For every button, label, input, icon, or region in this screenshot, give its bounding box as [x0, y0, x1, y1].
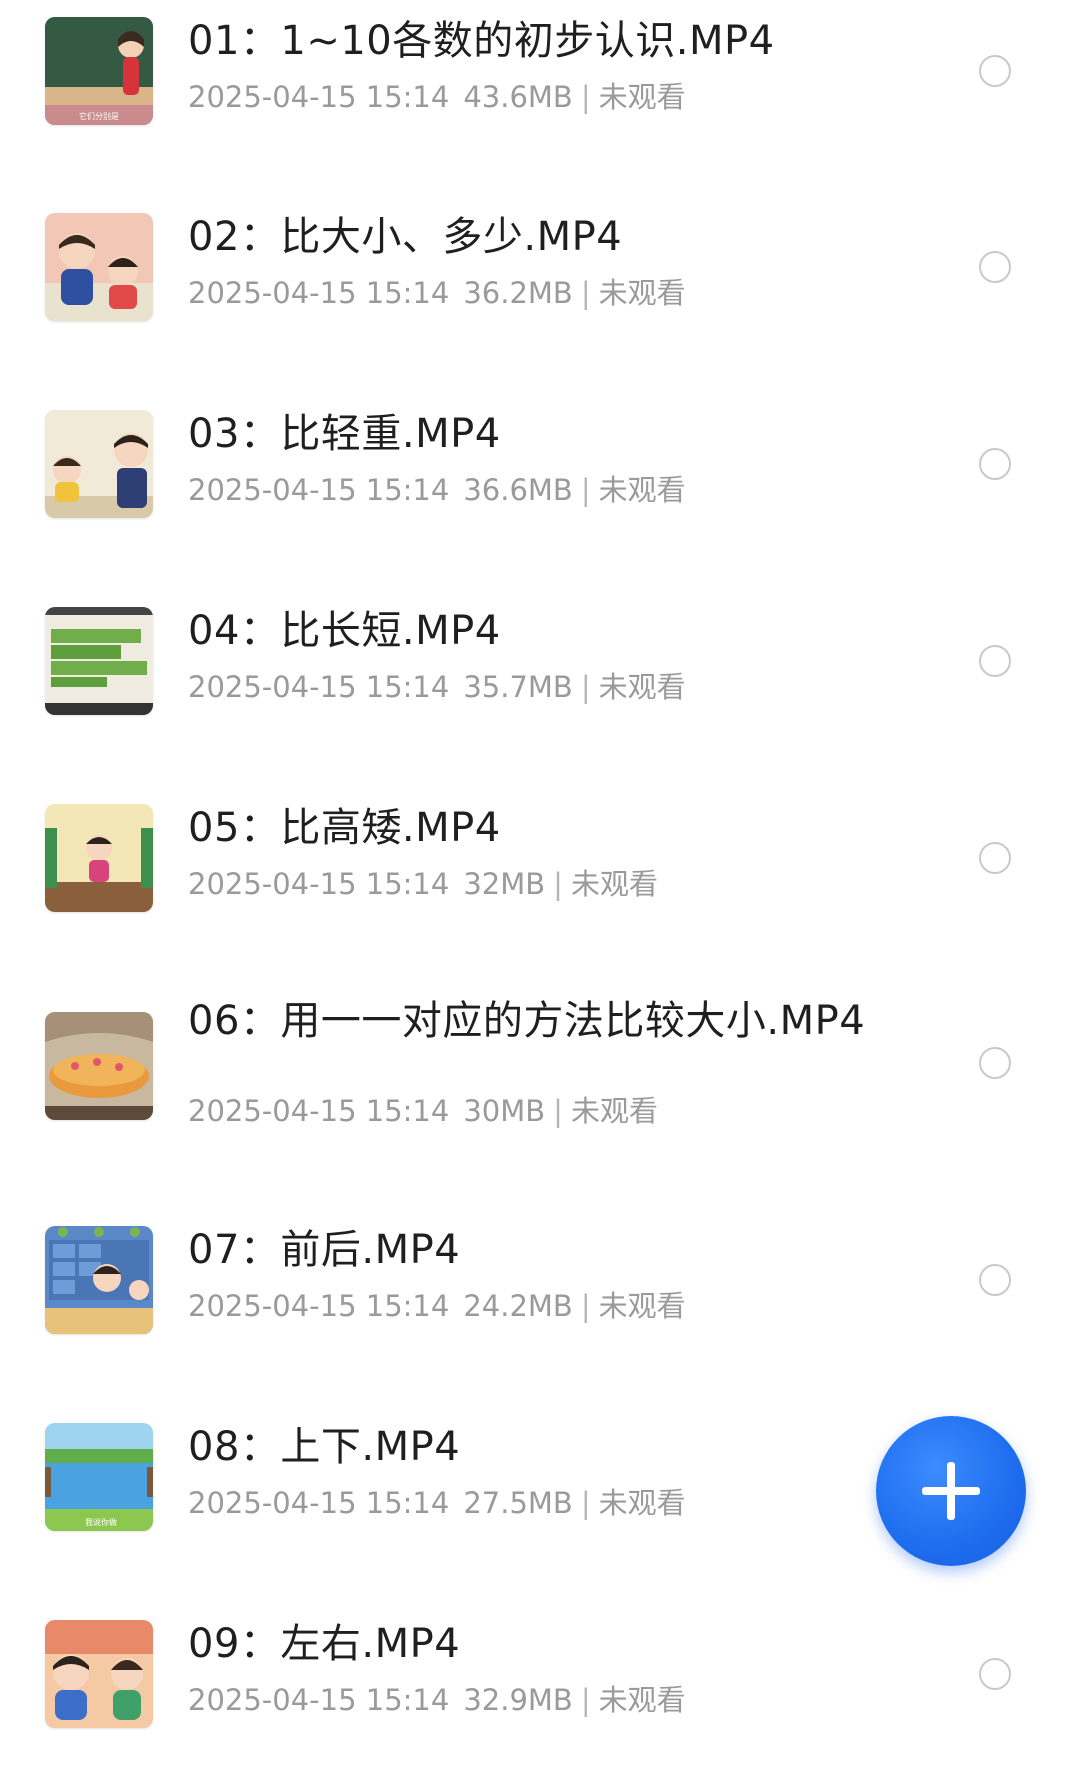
- list-item[interactable]: 07：前后.MP4 2025-04-15 15:14 24.2MB | 未观看: [0, 1209, 1080, 1389]
- video-thumbnail[interactable]: [45, 213, 153, 321]
- video-date: 2025-04-15 15:14: [188, 1486, 450, 1520]
- video-size: 36.6MB: [463, 473, 573, 507]
- video-size: 32.9MB: [463, 1683, 573, 1717]
- video-title[interactable]: 01：1~10各数的初步认识.MP4: [188, 18, 868, 64]
- video-meta: 2025-04-15 15:14 32MB | 未观看: [188, 867, 658, 901]
- list-item[interactable]: 02：比大小、多少.MP4 2025-04-15 15:14 36.2MB | 未观看: [0, 196, 1080, 376]
- select-radio[interactable]: [979, 645, 1011, 677]
- select-radio[interactable]: [979, 251, 1011, 283]
- video-size: 24.2MB: [463, 1289, 573, 1323]
- thumbnail-caption: 我说你做: [85, 1518, 117, 1527]
- video-meta: 2025-04-15 15:14 32.9MB | 未观看: [188, 1683, 686, 1717]
- watch-status: 未观看: [598, 670, 686, 704]
- video-meta: 2025-04-15 15:14 30MB | 未观看: [188, 1094, 658, 1128]
- list-item[interactable]: 03：比轻重.MP4 2025-04-15 15:14 36.6MB | 未观看: [0, 393, 1080, 573]
- select-radio[interactable]: [979, 842, 1011, 874]
- video-title[interactable]: 08：上下.MP4: [188, 1424, 868, 1470]
- video-size: 43.6MB: [463, 80, 573, 114]
- video-thumbnail[interactable]: [45, 1620, 153, 1728]
- video-size: 32MB: [463, 867, 546, 901]
- select-radio[interactable]: [979, 55, 1011, 87]
- video-date: 2025-04-15 15:14: [188, 670, 450, 704]
- video-meta: 2025-04-15 15:14 36.6MB | 未观看: [188, 473, 686, 507]
- video-thumbnail[interactable]: 我说你做: [45, 1423, 153, 1531]
- video-date: 2025-04-15 15:14: [188, 80, 450, 114]
- video-date: 2025-04-15 15:14: [188, 1683, 450, 1717]
- watch-status: 未观看: [598, 1486, 686, 1520]
- video-date: 2025-04-15 15:14: [188, 1094, 450, 1128]
- video-thumbnail[interactable]: [45, 804, 153, 912]
- meta-separator: |: [580, 80, 591, 114]
- video-thumbnail[interactable]: [45, 410, 153, 518]
- watch-status: 未观看: [598, 80, 686, 114]
- video-date: 2025-04-15 15:14: [188, 867, 450, 901]
- list-item[interactable]: 09：左右.MP4 2025-04-15 15:14 32.9MB | 未观看: [0, 1603, 1080, 1769]
- video-thumbnail[interactable]: [45, 607, 153, 715]
- video-size: 30MB: [463, 1094, 546, 1128]
- watch-status: 未观看: [598, 1289, 686, 1323]
- video-meta: 2025-04-15 15:14 36.2MB | 未观看: [188, 276, 686, 310]
- video-meta: 2025-04-15 15:14 24.2MB | 未观看: [188, 1289, 686, 1323]
- plus-icon: [922, 1462, 980, 1520]
- video-title[interactable]: 04：比长短.MP4: [188, 608, 868, 654]
- video-title[interactable]: 05：比高矮.MP4: [188, 805, 868, 851]
- video-title[interactable]: 09：左右.MP4: [188, 1621, 868, 1667]
- video-date: 2025-04-15 15:14: [188, 1289, 450, 1323]
- list-item[interactable]: 04：比长短.MP4 2025-04-15 15:14 35.7MB | 未观看: [0, 590, 1080, 770]
- video-date: 2025-04-15 15:14: [188, 276, 450, 310]
- video-size: 27.5MB: [463, 1486, 573, 1520]
- meta-separator: |: [553, 1094, 563, 1128]
- video-meta: 2025-04-15 15:14 27.5MB | 未观看: [188, 1486, 686, 1520]
- select-radio[interactable]: [979, 1658, 1011, 1690]
- watch-status: 未观看: [598, 1683, 686, 1717]
- watch-status: 未观看: [570, 1094, 658, 1128]
- watch-status: 未观看: [570, 867, 658, 901]
- meta-separator: |: [580, 1289, 591, 1323]
- video-thumbnail[interactable]: 它们分别是: [45, 17, 153, 125]
- video-title[interactable]: 02：比大小、多少.MP4: [188, 214, 868, 260]
- video-title[interactable]: 03：比轻重.MP4: [188, 411, 868, 457]
- video-size: 35.7MB: [463, 670, 573, 704]
- select-radio[interactable]: [979, 1047, 1011, 1079]
- watch-status: 未观看: [598, 276, 686, 310]
- meta-separator: |: [580, 276, 591, 310]
- list-item[interactable]: 它们分别是 01：1~10各数的初步认识.MP4 2025-04-15 15:1…: [0, 0, 1080, 180]
- video-thumbnail[interactable]: [45, 1012, 153, 1120]
- add-button[interactable]: [876, 1416, 1026, 1566]
- meta-separator: |: [580, 670, 591, 704]
- video-title[interactable]: 06：用一一对应的方法比较大小.MP4: [188, 998, 868, 1044]
- select-radio[interactable]: [979, 448, 1011, 480]
- meta-separator: |: [580, 1486, 591, 1520]
- video-meta: 2025-04-15 15:14 43.6MB | 未观看: [188, 80, 686, 114]
- watch-status: 未观看: [598, 473, 686, 507]
- thumbnail-caption: 它们分别是: [79, 112, 119, 121]
- video-thumbnail[interactable]: [45, 1226, 153, 1334]
- meta-separator: |: [580, 473, 591, 507]
- meta-separator: |: [580, 1683, 591, 1717]
- video-title[interactable]: 07：前后.MP4: [188, 1227, 868, 1273]
- list-item[interactable]: 06：用一一对应的方法比较大小.MP4 2025-04-15 15:14 30MB…: [0, 984, 1080, 1204]
- video-date: 2025-04-15 15:14: [188, 473, 450, 507]
- video-size: 36.2MB: [463, 276, 573, 310]
- select-radio[interactable]: [979, 1264, 1011, 1296]
- video-meta: 2025-04-15 15:14 35.7MB | 未观看: [188, 670, 686, 704]
- list-item[interactable]: 05：比高矮.MP4 2025-04-15 15:14 32MB | 未观看: [0, 787, 1080, 967]
- meta-separator: |: [553, 867, 563, 901]
